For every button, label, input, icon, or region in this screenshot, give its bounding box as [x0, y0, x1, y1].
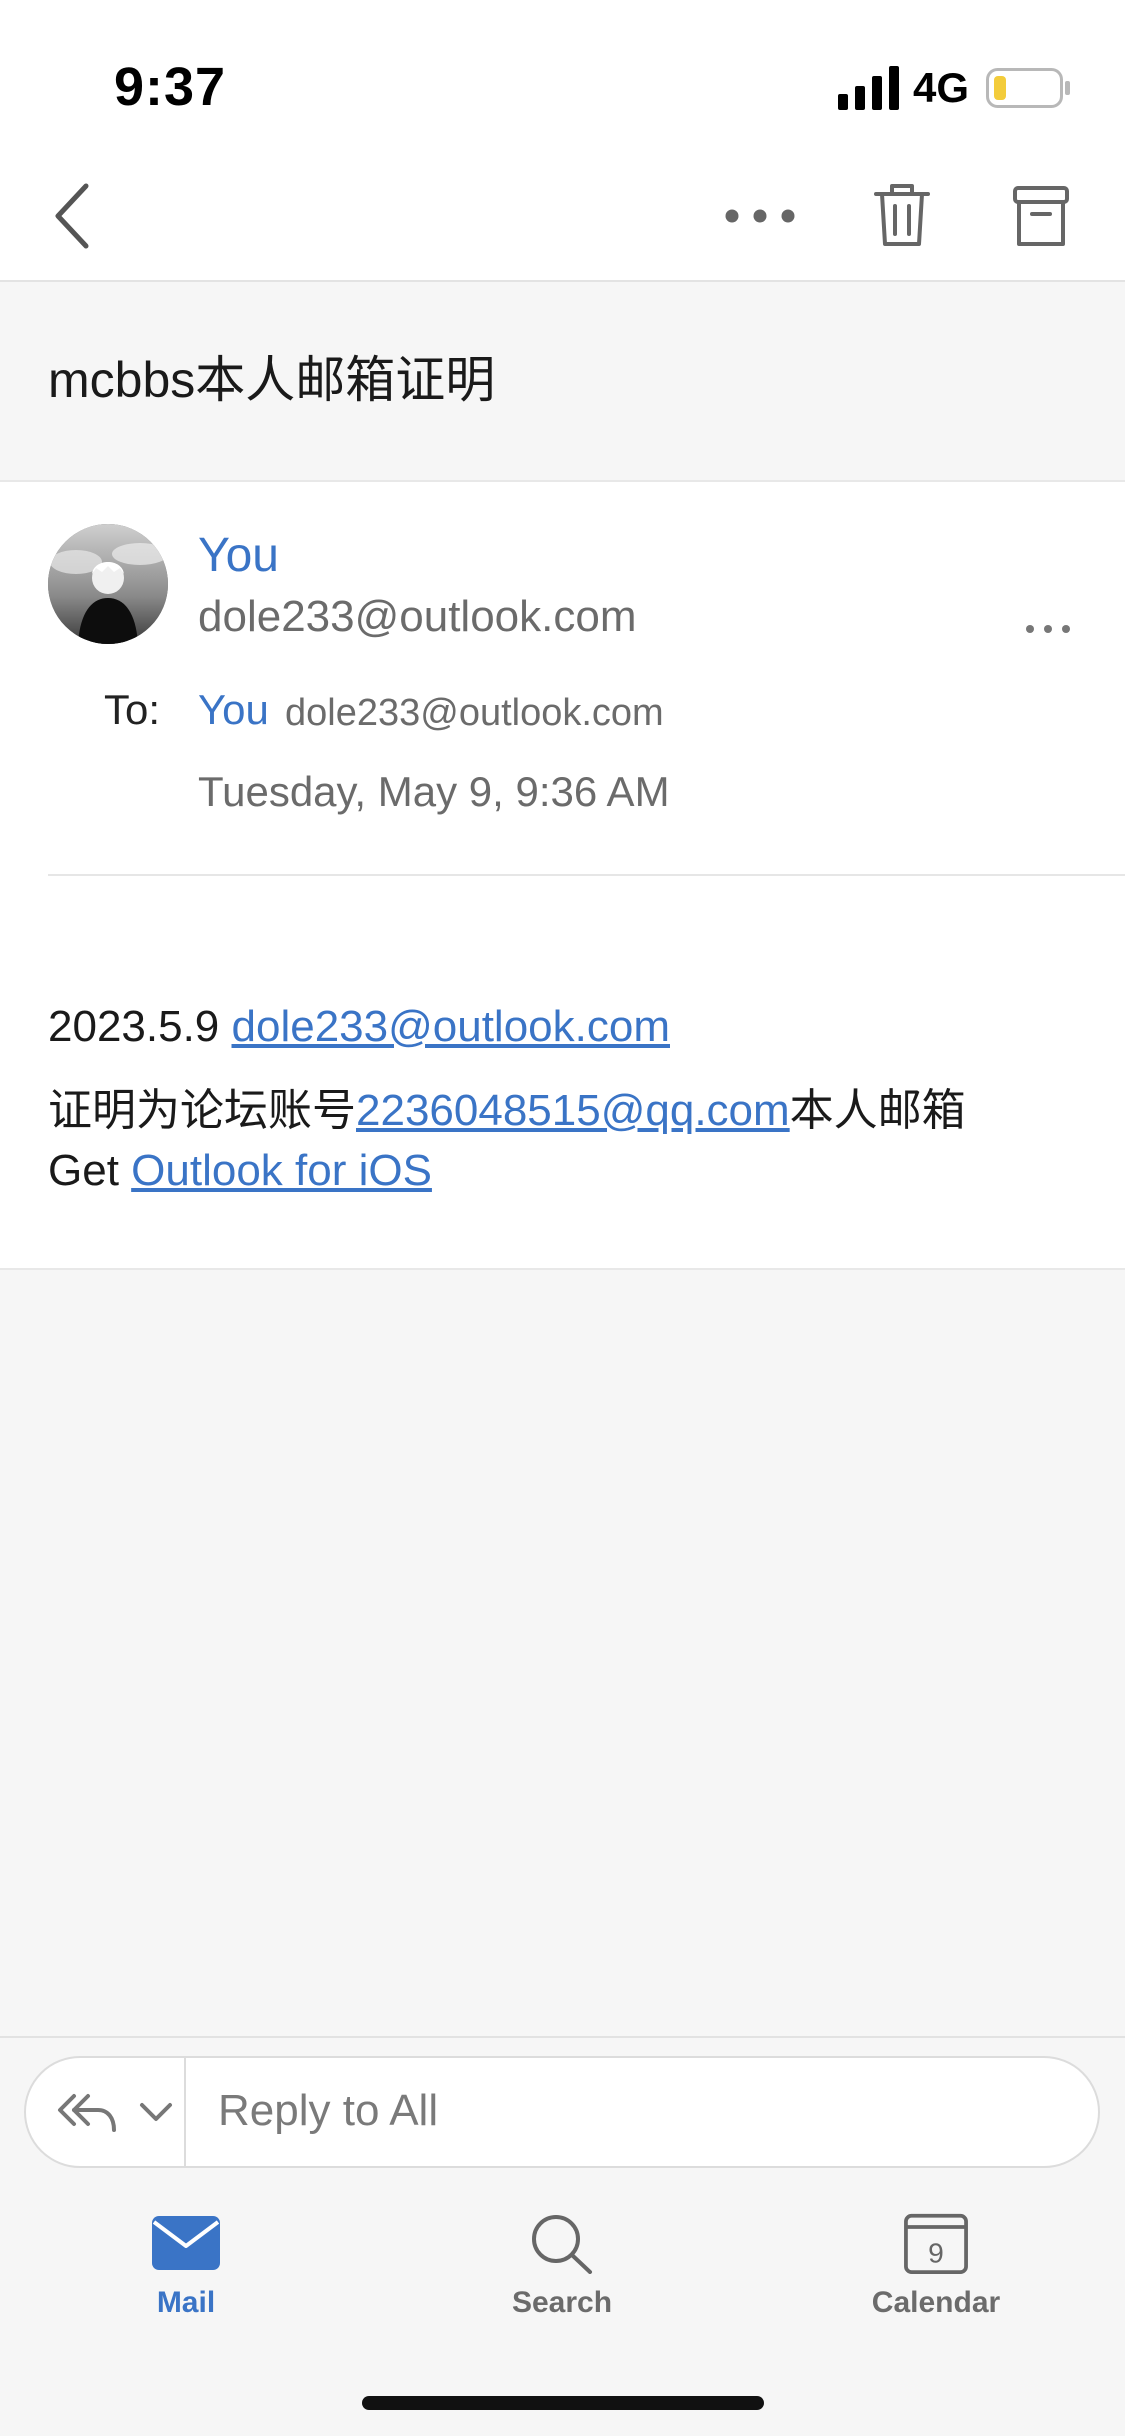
- tab-label: Calendar: [871, 2286, 1001, 2319]
- tab-label: Search: [511, 2286, 613, 2319]
- body-line: 证明为论坛账号2236048515@qq.com本人邮箱: [48, 1074, 966, 1138]
- message-card: You dole233@outlook.com To: You dole233@…: [0, 482, 1125, 1270]
- reply-input[interactable]: Reply to All: [218, 2086, 438, 2136]
- calendar-day: 9: [928, 2237, 944, 2269]
- body-text: 2023.5.9: [48, 1002, 232, 1051]
- sent-date: Tuesday, May 9, 9:36 AM: [198, 768, 670, 815]
- reply-all-icon: [58, 2094, 116, 2132]
- home-indicator: [362, 2396, 764, 2410]
- ellipsis-icon[interactable]: [722, 196, 798, 236]
- body-text: 本人邮箱: [789, 1086, 966, 1135]
- network-type: 4G: [913, 64, 970, 111]
- avatar-image: [48, 524, 168, 644]
- message-more-icon[interactable]: [1024, 620, 1072, 638]
- chevron-down-icon: [140, 2103, 172, 2121]
- sender-email[interactable]: dole233@outlook.com: [198, 592, 637, 642]
- sender-name[interactable]: You: [198, 528, 279, 583]
- subject-header: mcbbs本人邮箱证明: [0, 282, 1125, 482]
- tab-calendar[interactable]: 9 Calendar: [816, 2212, 1056, 2372]
- recipient-name[interactable]: You: [198, 686, 269, 734]
- calendar-icon: 9: [904, 2213, 968, 2274]
- chevron-left-icon[interactable]: [48, 180, 98, 252]
- body-account-link[interactable]: 2236048515@qq.com: [356, 1086, 790, 1135]
- cellular-signal-icon: [838, 66, 899, 110]
- body-line: 2023.5.9 dole233@outlook.com: [48, 1002, 670, 1052]
- status-time: 9:37: [114, 57, 227, 117]
- tab-label: Mail: [156, 2286, 216, 2319]
- email-detail-screen: 9:37 4G mcbbs本人邮箱证明 You dole233@outlook.…: [0, 0, 1125, 2436]
- email-subject: mcbbs本人邮箱证明: [48, 352, 496, 408]
- outlook-ios-link[interactable]: Outlook for iOS: [131, 1146, 432, 1195]
- trash-icon[interactable]: [872, 180, 932, 250]
- battery-icon: [986, 68, 1070, 108]
- reply-options-button[interactable]: [26, 2058, 186, 2166]
- reply-pill: Reply to All: [24, 2056, 1100, 2168]
- to-label: To:: [104, 686, 161, 733]
- top-bar: 9:37 4G: [0, 0, 1125, 282]
- recipient-email[interactable]: dole233@outlook.com: [285, 692, 664, 735]
- body-text: Get: [48, 1146, 132, 1195]
- reply-bar: Reply to All: [0, 2036, 1125, 2176]
- body-email-link[interactable]: dole233@outlook.com: [232, 1002, 671, 1051]
- search-icon: [532, 2215, 592, 2274]
- archive-box-icon[interactable]: [1012, 184, 1070, 248]
- avatar[interactable]: [48, 524, 168, 644]
- tab-search[interactable]: Search: [442, 2212, 682, 2372]
- divider: [48, 874, 1125, 876]
- tab-mail[interactable]: Mail: [66, 2212, 306, 2372]
- body-line: Get Outlook for iOS: [48, 1146, 432, 1196]
- body-text: 证明为论坛账号: [48, 1086, 356, 1135]
- envelope-icon: [152, 2216, 220, 2270]
